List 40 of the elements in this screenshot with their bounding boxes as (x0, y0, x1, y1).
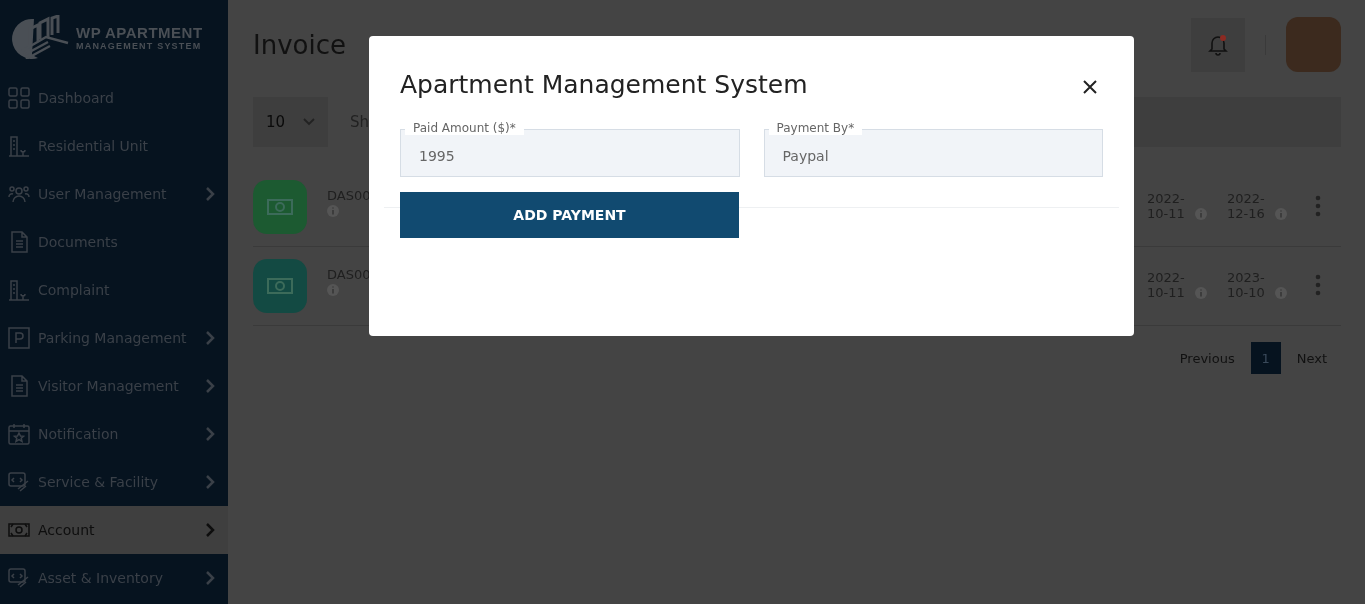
bell-icon (1208, 33, 1228, 56)
page-number[interactable]: 1 (1250, 342, 1281, 374)
avatar-photo-placeholder[interactable] (1286, 17, 1341, 72)
chevron-right-icon (205, 475, 215, 489)
field-label: Payment By* (768, 121, 863, 135)
banknote-icon (267, 278, 293, 294)
chevron-right-icon (205, 523, 215, 537)
banknote-icon (267, 199, 293, 215)
kebab-icon (1315, 273, 1321, 296)
document-icon (8, 231, 30, 253)
chevron-right-icon (205, 187, 215, 201)
info-icon (327, 284, 339, 296)
logo-title: WP APARTMENT (76, 23, 203, 41)
grid-icon (8, 87, 30, 109)
info-icon (327, 205, 339, 217)
building-icon (8, 279, 30, 301)
chevron-down-icon (303, 118, 316, 126)
logo-subtitle: MANAGEMENT SYSTEM (76, 40, 203, 51)
screen-wrench-icon (8, 567, 30, 589)
document-icon (8, 375, 30, 397)
building-icon (8, 135, 30, 157)
field-label: Paid Amount ($)* (405, 121, 524, 135)
info-icon (1275, 207, 1287, 220)
chevron-right-icon (205, 571, 215, 585)
screen-wrench-icon (8, 471, 30, 493)
chevron-right-icon (205, 427, 215, 441)
notification-button[interactable] (1191, 17, 1245, 72)
info-icon (1275, 286, 1287, 299)
users-icon (8, 183, 30, 205)
info-icon (1195, 286, 1207, 299)
dialog-title: Apartment Management System (400, 70, 808, 99)
info-icon (1195, 207, 1207, 220)
kebab-icon (1315, 194, 1321, 217)
calendar-icon (8, 423, 30, 445)
parking-icon (8, 327, 30, 349)
building-logo-icon (12, 15, 70, 59)
chevron-right-icon (205, 379, 215, 393)
chevron-right-icon (205, 331, 215, 345)
add-payment-button[interactable]: ADD PAYMENT (400, 192, 739, 238)
close-icon (1083, 80, 1097, 94)
